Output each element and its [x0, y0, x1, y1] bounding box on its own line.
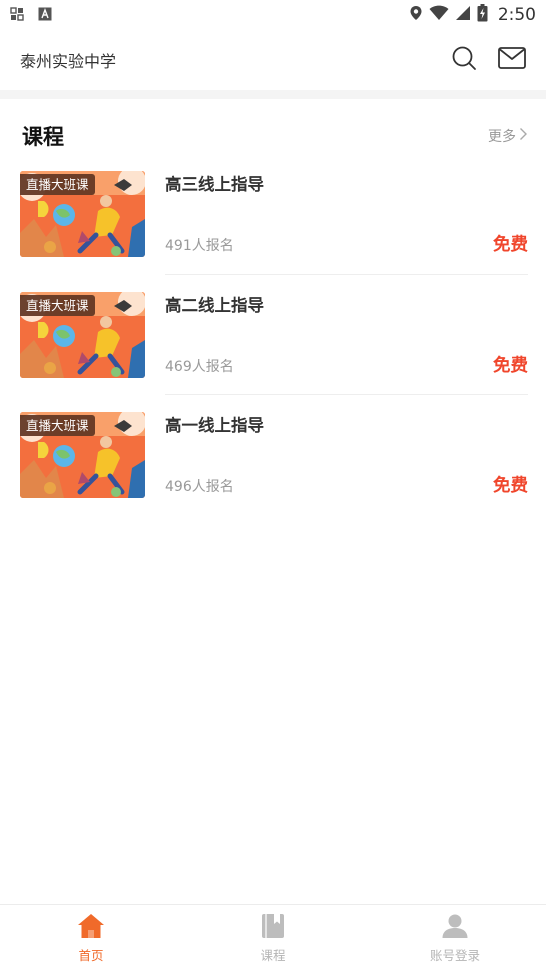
more-link[interactable]: 更多	[488, 126, 528, 146]
location-icon	[409, 5, 423, 25]
person-icon	[441, 913, 469, 943]
nav-courses-label: 课程	[260, 948, 286, 963]
signal-icon	[455, 5, 471, 25]
nav-home[interactable]: 首页	[0, 905, 182, 968]
course-badge: 直播大班课	[20, 415, 95, 436]
course-section-header: 课程 更多	[22, 118, 528, 154]
school-name: 泰州实验中学	[20, 52, 117, 71]
header-divider	[0, 90, 546, 99]
app-header: 泰州实验中学	[0, 30, 546, 90]
nav-account-label: 账号登录	[429, 948, 480, 963]
font-a-icon	[38, 6, 52, 25]
course-badge: 直播大班课	[20, 174, 95, 195]
course-divider	[165, 394, 528, 395]
course-title: 高二线上指导	[165, 295, 264, 315]
course-price: 免费	[493, 355, 528, 376]
home-icon	[77, 913, 105, 943]
course-item[interactable]: 直播大班课 高三线上指导 491人报名 免费	[20, 168, 528, 289]
course-divider	[165, 273, 528, 275]
course-price: 免费	[493, 476, 528, 496]
wifi-icon	[429, 5, 449, 25]
mail-button[interactable]	[498, 46, 526, 74]
book-icon	[261, 913, 285, 943]
course-list: 直播大班课 高三线上指导 491人报名 免费 直播大班课 高二线上指导 469人…	[20, 168, 528, 530]
nav-courses[interactable]: 课程	[182, 905, 364, 968]
course-badge: 直播大班课	[20, 294, 95, 316]
course-title: 高三线上指导	[165, 175, 264, 194]
mail-icon	[498, 47, 526, 73]
search-icon	[451, 45, 477, 75]
enrollment-count: 491人报名	[165, 238, 234, 254]
status-time: 2:50	[497, 5, 536, 25]
course-thumbnail: 直播大班课	[20, 412, 145, 498]
course-title: 高一线上指导	[165, 416, 264, 435]
course-item[interactable]: 直播大班课 高二线上指导 469人报名 免费	[20, 289, 528, 410]
notification-grid-icon	[10, 6, 24, 25]
battery-icon	[477, 4, 488, 26]
course-thumbnail: 直播大班课	[20, 171, 145, 257]
course-item[interactable]: 直播大班课 高一线上指导 496人报名 免费	[20, 409, 528, 530]
enrollment-count: 469人报名	[165, 358, 234, 375]
chevron-right-icon	[518, 127, 528, 145]
enrollment-count: 496人报名	[165, 479, 234, 495]
nav-account-login[interactable]: 账号登录	[364, 905, 546, 968]
bottom-nav: 首页 课程 账号登录	[0, 904, 546, 968]
nav-home-label: 首页	[78, 948, 104, 963]
more-label: 更多	[488, 129, 516, 145]
search-button[interactable]	[450, 46, 478, 74]
course-price: 免费	[493, 235, 528, 255]
status-bar: 2:50	[0, 0, 546, 30]
section-title: 课程	[22, 125, 64, 149]
course-thumbnail: 直播大班课	[20, 291, 145, 378]
